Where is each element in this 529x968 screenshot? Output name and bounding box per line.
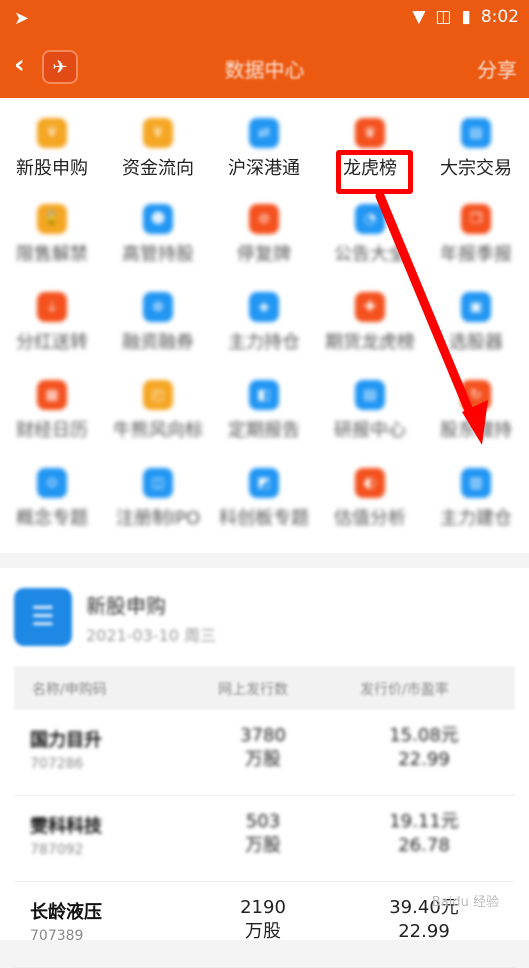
issue-count: 503 万股	[218, 810, 308, 858]
issue-price: 19.11元	[389, 811, 459, 832]
ipo-icon: ☰	[14, 588, 72, 646]
table-row[interactable]: 国力目升 707286 3780 万股 15.08元 22.99	[14, 710, 515, 796]
column-header-name: 名称/申购码	[32, 682, 107, 698]
issue-count: 3780 万股	[218, 724, 308, 772]
issue-number: 2190	[240, 897, 286, 918]
price-pe: 19.11元 26.78	[364, 810, 484, 858]
price-pe: 15.08元 22.99	[364, 724, 484, 772]
stock-code: 707389	[30, 928, 84, 944]
pe-ratio: 26.78	[398, 835, 450, 856]
issue-unit: 万股	[245, 835, 281, 856]
card-title: 新股申购	[86, 594, 166, 618]
stock-code: 787092	[30, 842, 84, 858]
table-row[interactable]: 雯科科技 787092 503 万股 19.11元 26.78	[14, 796, 515, 882]
issue-unit: 万股	[245, 749, 281, 770]
stock-name: 国力目升	[30, 730, 102, 751]
ipo-card[interactable]: ☰ 新股申购 2021-03-10 周三 名称/申购码 网上发行数 发行价/市盈…	[0, 568, 529, 968]
column-header-price: 发行价/市盈率	[360, 682, 449, 698]
stock-code: 707286	[30, 756, 84, 772]
pe-ratio: 22.99	[398, 921, 450, 942]
issue-price: 15.08元	[389, 725, 459, 746]
stock-name: 长龄液压	[30, 902, 102, 923]
issue-count: 2190 万股	[218, 896, 308, 944]
issue-unit: 万股	[245, 921, 281, 942]
pe-ratio: 22.99	[398, 749, 450, 770]
stock-name: 雯科科技	[30, 816, 102, 837]
watermark: Baidu 经验	[431, 895, 499, 910]
table-header: 名称/申购码 网上发行数 发行价/市盈率	[14, 666, 515, 710]
card-date: 2021-03-10 周三	[86, 626, 217, 645]
issue-number: 503	[245, 811, 281, 832]
column-header-issue: 网上发行数	[218, 682, 288, 698]
issue-number: 3780	[240, 725, 286, 746]
